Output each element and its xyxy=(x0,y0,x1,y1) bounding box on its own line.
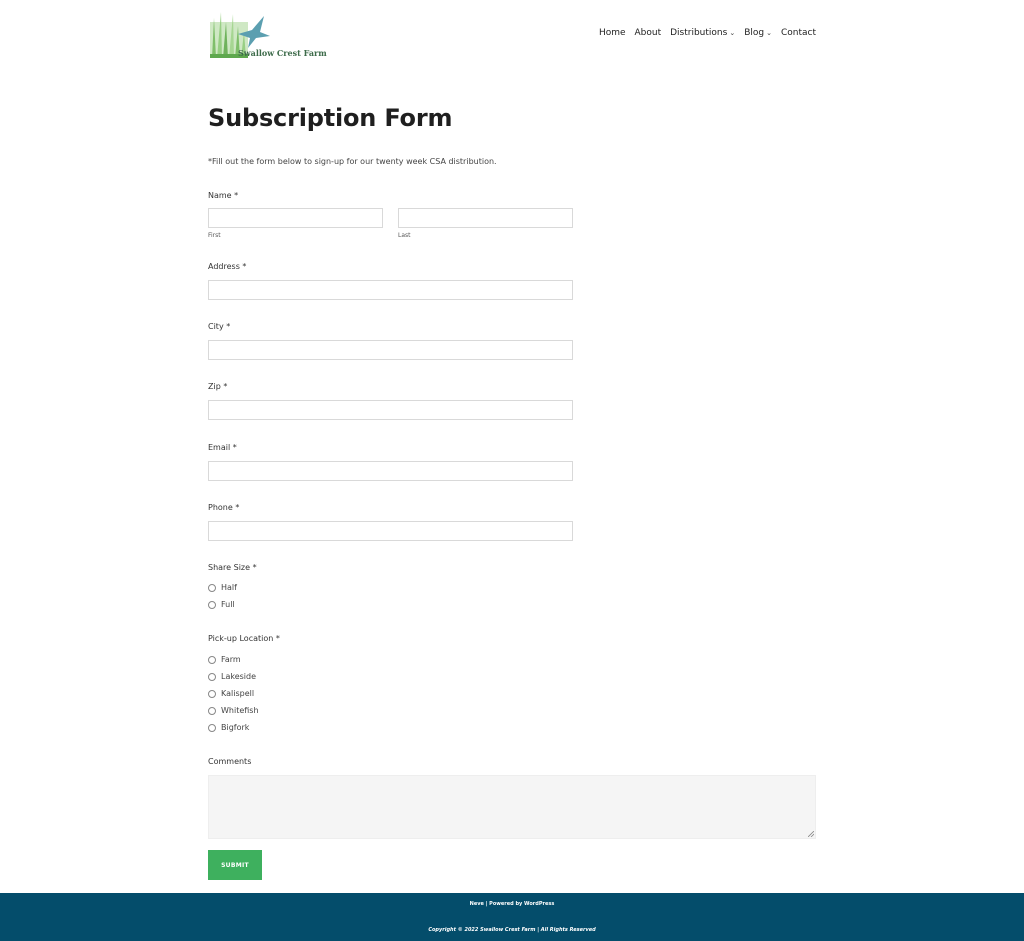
nav-blog-label: Blog xyxy=(744,28,765,38)
footer-copyright: Copyright © 2022 Swallow Crest Farm | Al… xyxy=(428,927,596,933)
phone-label-text: Phone xyxy=(208,503,233,512)
pickup-option-label: Whitefish xyxy=(221,706,259,715)
required-marker: * xyxy=(252,563,257,572)
pickup-option-label: Farm xyxy=(221,655,241,664)
city-label: City * xyxy=(208,322,230,331)
pickup-location-label-text: Pick-up Location xyxy=(208,634,274,643)
comments-label: Comments xyxy=(208,757,252,766)
nav-home[interactable]: Home xyxy=(599,28,626,38)
resize-handle-icon[interactable] xyxy=(808,831,814,837)
comments-textarea[interactable] xyxy=(208,775,816,839)
pickup-option-farm[interactable]: Farm xyxy=(208,655,241,664)
share-size-option-label: Full xyxy=(221,600,235,609)
footer-credits[interactable]: Neve | Powered by WordPress xyxy=(0,901,1024,907)
city-label-text: City xyxy=(208,322,224,331)
address-input[interactable] xyxy=(208,280,573,300)
email-input[interactable] xyxy=(208,461,573,481)
address-label: Address * xyxy=(208,262,246,271)
submit-button[interactable]: SUBMIT xyxy=(208,850,262,880)
zip-input[interactable] xyxy=(208,400,573,420)
chevron-down-icon[interactable]: ⌄ xyxy=(766,29,772,37)
required-marker: * xyxy=(223,382,228,391)
last-name-sublabel: Last xyxy=(398,232,411,239)
required-marker: * xyxy=(234,191,239,200)
pickup-option-label: Bigfork xyxy=(221,723,250,732)
name-label: Name * xyxy=(208,191,238,200)
site-logo[interactable]: Swallow Crest Farm xyxy=(208,8,338,60)
last-name-input[interactable] xyxy=(398,208,573,228)
required-marker: * xyxy=(235,503,240,512)
required-marker: * xyxy=(275,634,280,643)
first-name-sublabel: First xyxy=(208,232,221,239)
pickup-location-label: Pick-up Location * xyxy=(208,634,280,643)
address-label-text: Address xyxy=(208,262,240,271)
form-intro: *Fill out the form below to sign-up for … xyxy=(208,157,497,166)
email-label-text: Email xyxy=(208,443,231,452)
radio-button[interactable] xyxy=(208,706,216,715)
nav-distributions-label: Distributions xyxy=(670,28,728,38)
pickup-option-kalispell[interactable]: Kalispell xyxy=(208,689,254,698)
radio-button[interactable] xyxy=(208,723,216,732)
pickup-option-whitefish[interactable]: Whitefish xyxy=(208,706,259,715)
share-size-option-half[interactable]: Half xyxy=(208,583,237,592)
page-title: Subscription Form xyxy=(208,104,453,132)
radio-button[interactable] xyxy=(208,600,216,609)
nav-about[interactable]: About xyxy=(635,28,662,38)
nav-distributions[interactable]: Distributions ⌄ xyxy=(670,28,735,38)
chevron-down-icon[interactable]: ⌄ xyxy=(729,29,735,37)
logo-text: Swallow Crest Farm xyxy=(238,48,327,58)
required-marker: * xyxy=(242,262,247,271)
site-footer: Neve | Powered by WordPress Copyright © … xyxy=(0,893,1024,941)
radio-button[interactable] xyxy=(208,672,216,681)
pickup-option-label: Kalispell xyxy=(221,689,255,698)
pickup-option-bigfork[interactable]: Bigfork xyxy=(208,723,249,732)
email-label: Email * xyxy=(208,443,237,452)
zip-label: Zip * xyxy=(208,382,227,391)
required-marker: * xyxy=(226,322,231,331)
pickup-option-lakeside[interactable]: Lakeside xyxy=(208,672,256,681)
nav-about-label: About xyxy=(634,28,662,38)
share-size-label: Share Size * xyxy=(208,563,257,572)
nav-contact-label: Contact xyxy=(780,28,816,38)
phone-input[interactable] xyxy=(208,521,573,541)
first-name-input[interactable] xyxy=(208,208,383,228)
radio-button[interactable] xyxy=(208,689,216,698)
pickup-option-label: Lakeside xyxy=(221,672,257,681)
nav-home-label: Home xyxy=(598,28,626,38)
radio-button[interactable] xyxy=(208,655,216,664)
share-size-option-label: Half xyxy=(221,583,237,592)
name-label-text: Name xyxy=(208,191,232,200)
share-size-label-text: Share Size xyxy=(208,563,251,572)
required-marker: * xyxy=(232,443,237,452)
nav-blog[interactable]: Blog ⌄ xyxy=(744,28,772,38)
zip-label-text: Zip xyxy=(208,382,221,391)
radio-button[interactable] xyxy=(208,583,216,592)
city-input[interactable] xyxy=(208,340,573,360)
nav-contact[interactable]: Contact xyxy=(781,28,816,38)
phone-label: Phone * xyxy=(208,503,239,512)
share-size-option-full[interactable]: Full xyxy=(208,600,235,609)
main-nav: Home About Distributions ⌄ Blog ⌄ Contac… xyxy=(599,28,816,38)
site-header: Swallow Crest Farm Home About Distributi… xyxy=(0,0,1024,70)
